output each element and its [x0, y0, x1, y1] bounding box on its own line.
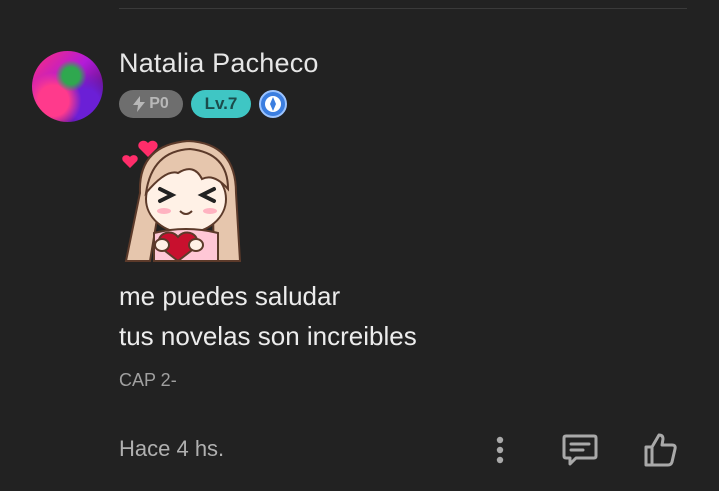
lightning-icon — [133, 96, 146, 112]
rank-badge-icon — [259, 90, 287, 118]
points-badge: P0 — [119, 90, 183, 118]
comment-line: tus novelas son increibles — [119, 321, 417, 351]
like-icon — [644, 433, 677, 467]
top-divider — [119, 8, 687, 9]
comment-line: me puedes saludar — [119, 281, 341, 311]
timestamp: Hace 4 hs. — [119, 436, 225, 461]
chapter-label[interactable]: CAP 2- — [119, 370, 177, 391]
reply-button[interactable] — [560, 430, 600, 470]
comment-text: me puedes saludar tus novelas son increi… — [119, 276, 417, 356]
user-badges: P0 Lv.7 — [119, 90, 287, 118]
points-label: P0 — [149, 95, 169, 112]
more-options-icon — [496, 436, 504, 464]
reply-icon — [562, 434, 598, 466]
more-options-button[interactable] — [480, 430, 520, 470]
like-button[interactable] — [640, 430, 680, 470]
heart-girl-sticker — [122, 139, 242, 263]
avatar[interactable] — [32, 51, 103, 122]
level-badge: Lv.7 — [191, 90, 251, 118]
username[interactable]: Natalia Pacheco — [119, 48, 319, 79]
